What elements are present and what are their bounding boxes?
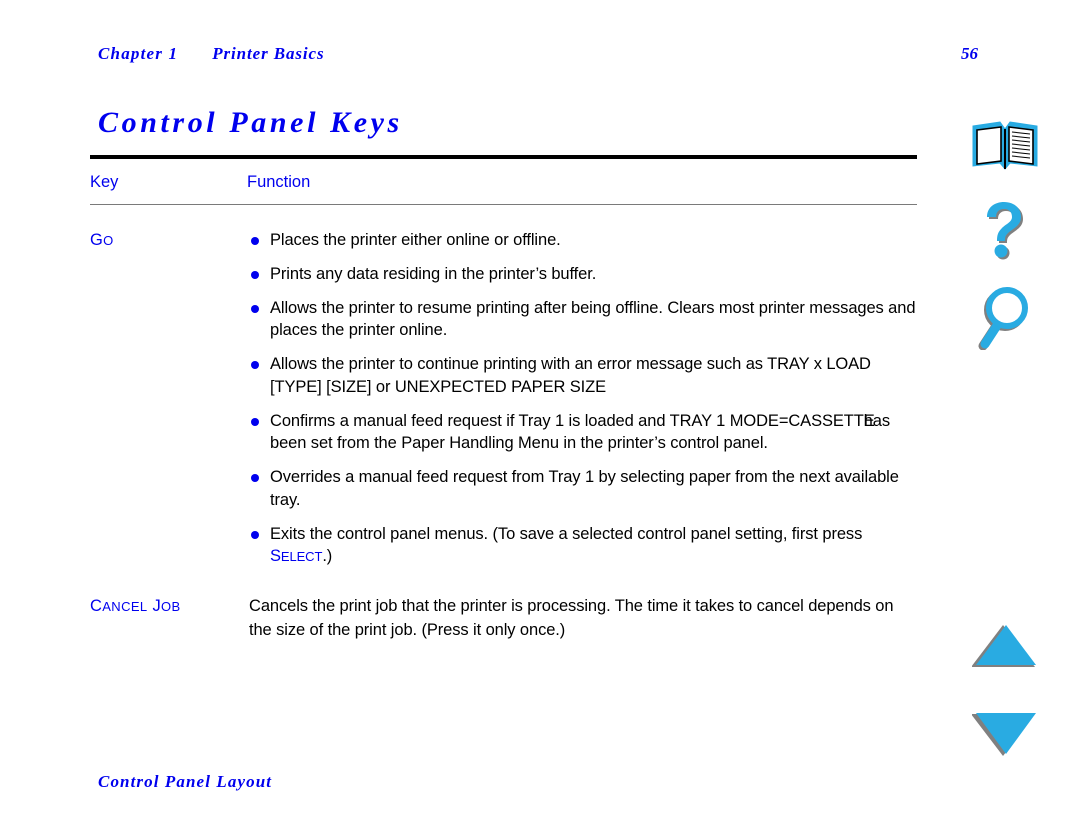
section-label: Printer Basics — [212, 44, 325, 63]
search-button[interactable] — [960, 282, 1050, 352]
magnifier-icon — [978, 287, 1028, 350]
key-name-cancel-rest: ANCEL — [102, 599, 148, 615]
function-paragraph-cancel-job: Cancels the print job that the printer i… — [249, 597, 894, 639]
inline-key-select-rest: ELECT — [280, 549, 323, 565]
list-item: Allows the printer to resume printing af… — [249, 297, 917, 343]
row-function-cell-cancel-job: Cancels the print job that the printer i… — [247, 595, 917, 642]
chapter-label: Chapter 1 — [98, 44, 179, 63]
navigation-rail — [960, 0, 1080, 834]
key-name-cancel-job: CANCEL JOB — [90, 597, 181, 615]
key-name-go-initial: G — [90, 231, 104, 249]
list-item-text-cassette: CASSETTE — [788, 411, 875, 430]
list-item: Overrides a manual feed request from Tra… — [249, 466, 917, 512]
contents-button[interactable] — [960, 112, 1050, 182]
list-item: Confirms a manual feed request if Tray 1… — [249, 410, 917, 456]
row-key-cell-cancel-job: CANCEL JOB — [90, 595, 247, 617]
running-header: Chapter 1 Printer Basics 56 — [98, 44, 978, 64]
row-function-cell-go: Places the printer either online or offl… — [247, 229, 917, 568]
question-mark-icon — [987, 202, 1023, 260]
help-button[interactable] — [960, 196, 1050, 266]
table-body: GO Places the printer either online or o… — [90, 205, 917, 642]
column-header-function: Function — [247, 173, 311, 191]
list-item-text-a: Confirms a manual feed request if Tray 1… — [270, 411, 789, 430]
inline-key-select-initial: S — [270, 547, 281, 566]
key-name-go: GO — [90, 231, 114, 249]
list-item-text-a: Exits the control panel menus. (To save … — [270, 524, 863, 543]
table-header-row: Key Function — [90, 159, 917, 204]
key-name-job-rest: OB — [161, 599, 181, 615]
key-name-go-rest: O — [103, 233, 114, 248]
list-item-text-c: .) — [322, 547, 333, 566]
previous-page-button[interactable] — [960, 612, 1050, 682]
triangle-up-icon — [972, 625, 1036, 667]
column-header-key-cell: Key — [90, 173, 247, 192]
table-row: CANCEL JOB Cancels the print job that th… — [90, 568, 917, 642]
column-header-function-cell: Function — [247, 173, 917, 192]
next-page-button[interactable] — [960, 700, 1050, 770]
key-name-job-initial: J — [152, 597, 162, 616]
page-footer: Control Panel Layout — [98, 772, 273, 791]
page-title: Control Panel Keys — [98, 106, 403, 140]
list-item: Prints any data residing in the printer’… — [249, 263, 917, 286]
list-item: Exits the control panel menus. (To save … — [249, 523, 917, 569]
triangle-down-icon — [972, 713, 1036, 756]
function-bullet-list-go: Places the printer either online or offl… — [249, 229, 917, 568]
key-name-cancel-initial: C — [90, 597, 103, 616]
key-function-table: Key Function GO Places the printer eithe… — [90, 155, 917, 642]
row-key-cell-go: GO — [90, 229, 247, 251]
list-item: Allows the printer to continue printing … — [249, 353, 917, 399]
table-row: GO Places the printer either online or o… — [90, 205, 917, 568]
list-item: Places the printer either online or offl… — [249, 229, 917, 252]
book-icon — [972, 121, 1038, 170]
column-header-key: Key — [90, 173, 119, 191]
inline-key-select: SELECT — [270, 547, 322, 565]
